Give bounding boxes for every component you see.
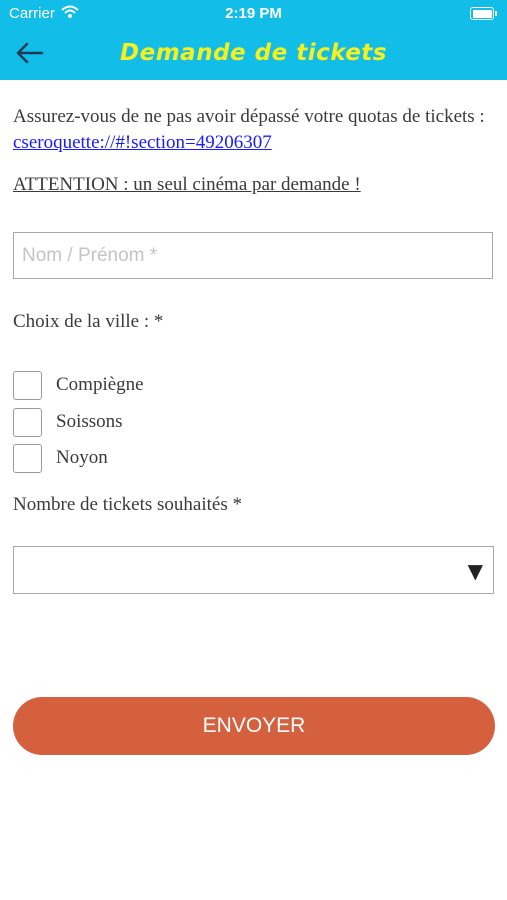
nav-bar: Demande de tickets <box>0 28 507 80</box>
submit-button[interactable]: ENVOYER <box>13 697 495 755</box>
checkbox-box[interactable] <box>13 443 42 473</box>
checkbox-label: Compiègne <box>56 374 144 395</box>
quota-link[interactable]: cseroquette://#!section=49206307 <box>13 132 272 153</box>
tickets-select[interactable]: ▼ <box>13 546 494 594</box>
clock: 2:19 PM <box>225 5 282 22</box>
checkbox-box[interactable] <box>13 407 42 437</box>
battery-icon <box>470 7 497 20</box>
intro-text: Assurez-vous de ne pas avoir dépassé vot… <box>13 104 493 156</box>
dropdown-arrow-icon: ▼ <box>467 559 483 583</box>
checkbox-compiegne[interactable]: Compiègne <box>13 369 144 401</box>
city-label: Choix de la ville : * <box>13 311 164 332</box>
intro-message: Assurez-vous de ne pas avoir dépassé vot… <box>13 106 485 127</box>
status-bar: Carrier 2:19 PM <box>0 0 507 28</box>
warning-text: ATTENTION : un seul cinéma par demande ! <box>13 174 361 195</box>
checkbox-soissons[interactable]: Soissons <box>13 406 123 438</box>
checkbox-label: Soissons <box>56 411 123 432</box>
name-field[interactable] <box>13 232 493 279</box>
page-title: Demande de tickets <box>120 40 387 66</box>
checkbox-noyon[interactable]: Noyon <box>13 442 108 474</box>
checkbox-label: Noyon <box>56 447 108 468</box>
tickets-label: Nombre de tickets souhaités * <box>13 494 243 515</box>
checkbox-box[interactable] <box>13 370 42 400</box>
